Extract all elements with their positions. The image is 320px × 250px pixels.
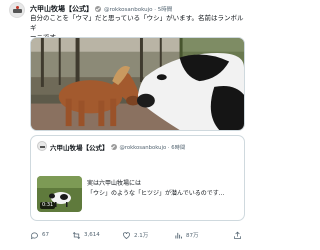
verified-badge-icon [110, 143, 117, 150]
verified-badge-icon [95, 6, 101, 12]
like-button[interactable]: 2.1万 [122, 231, 148, 240]
retweet-count: 3,614 [84, 232, 100, 238]
views-chart-icon [175, 232, 182, 238]
pony-and-cow-image [31, 38, 244, 130]
share-button[interactable] [233, 231, 245, 240]
quoted-author-name: 六甲山牧場【公式】 [50, 143, 109, 152]
quoted-tweet[interactable]: 六甲山牧場【公式】 @rokkosanbokujo · 6時間 0:31 実は六… [30, 135, 245, 221]
views-button[interactable]: 87万 [174, 231, 199, 240]
tweet-time[interactable]: 5時間 [158, 7, 173, 13]
quoted-tweet-header: 六甲山牧場【公式】 @rokkosanbokujo · 6時間 [50, 142, 240, 151]
tweet-text-line: 自分のことを「ウマ」だと思っている「ウシ」がいます。名前はランボルギ [30, 14, 244, 32]
author-avatar[interactable] [9, 2, 25, 18]
tweet-card[interactable]: 六甲山牧場【公式】 @rokkosanbokujo · 5時間 自分のことを「ウ… [0, 0, 250, 250]
tweet-photo[interactable] [30, 37, 245, 131]
quoted-author-handle: @rokkosanbokujo · 6時間 [119, 144, 186, 151]
views-count: 87万 [186, 233, 199, 239]
retweet-button[interactable]: 3,614 [72, 231, 100, 240]
quoted-time: 6時間 [171, 144, 186, 151]
avatar-logo-bar [13, 9, 22, 13]
avatar-logo-bar [40, 146, 45, 148]
author-name[interactable]: 六甲山牧場【公式】 [30, 4, 93, 14]
quoted-handle-text: @rokkosanbokujo [119, 144, 167, 151]
quoted-author-avatar [37, 141, 47, 151]
quoted-text-line: 実は六甲山牧場には [87, 180, 142, 187]
author-handle-text: @rokkosanbokujo [104, 7, 153, 13]
quoted-video-thumbnail[interactable]: 0:31 [37, 176, 82, 212]
quoted-text-line: 「ウシ」のような「ヒツジ」が潜んでいるのです... [87, 189, 225, 197]
quoted-tweet-text: 実は六甲山牧場には 「ウシ」のような「ヒツジ」が潜んでいるのです... [87, 179, 237, 198]
author-handle[interactable]: @rokkosanbokujo · 5時間 [104, 5, 172, 13]
heart-icon [123, 231, 130, 239]
retweet-icon [72, 231, 81, 239]
reply-count: 67 [42, 232, 49, 238]
tweet-header: 六甲山牧場【公式】 @rokkosanbokujo · 5時間 [30, 4, 246, 14]
reply-button[interactable]: 67 [30, 231, 49, 240]
share-icon [234, 231, 241, 239]
video-duration-badge: 0:31 [40, 202, 56, 209]
reply-icon [30, 232, 38, 239]
tweet-actions-bar: 67 3,614 2.1万 87万 [30, 229, 245, 241]
like-count: 2.1万 [134, 233, 149, 239]
